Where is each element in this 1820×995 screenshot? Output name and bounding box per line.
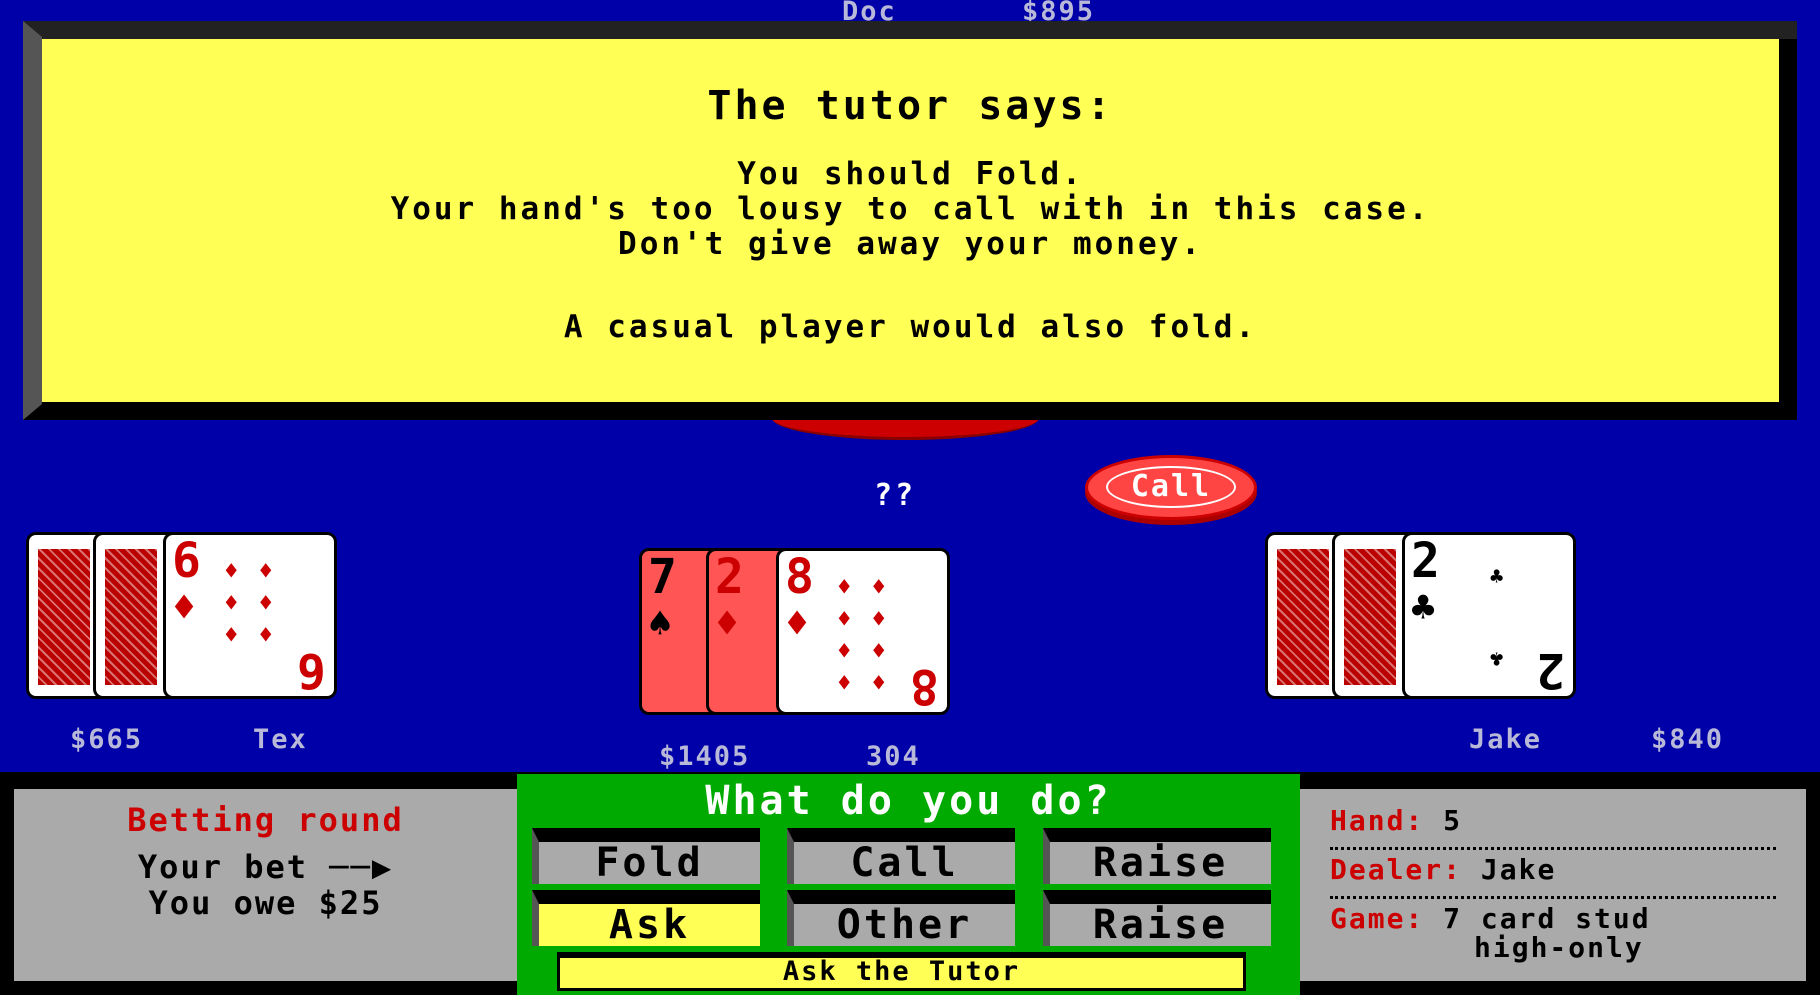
diamond-icon: ♦ (172, 585, 197, 631)
raise-button-2[interactable]: Raise (1043, 890, 1271, 946)
jake-name: Jake (1469, 724, 1543, 755)
tex-hand: 6 ♦ ♦♦♦♦♦♦ 6 (26, 532, 338, 699)
game-label: Game: (1330, 902, 1425, 935)
other-button[interactable]: Other (787, 890, 1015, 946)
dialog-bevel (23, 21, 1797, 39)
card-rank: 2 (715, 549, 744, 605)
tutor-content: The tutor says: You should Fold. Your ha… (42, 39, 1779, 402)
card-rank: 8 (910, 658, 939, 714)
call-chip: Call (1085, 455, 1257, 520)
your-money: $1405 (659, 741, 751, 772)
hint-bar: Ask the Tutor (557, 952, 1246, 991)
club-pip: ♣ (1490, 565, 1504, 590)
ask-button[interactable]: Ask (532, 890, 760, 946)
you-owe: You owe $25 (148, 884, 383, 922)
tutor-line: Don't give away your money. (618, 226, 1203, 262)
fold-button[interactable]: Fold (532, 828, 760, 884)
diamond-icon: ♦ (715, 601, 740, 647)
card-rank: 2 (1536, 642, 1565, 698)
diamond-icon: ♦ (785, 601, 810, 647)
tex-name: Tex (253, 724, 308, 755)
call-chip-label: Call (1106, 466, 1236, 508)
game-value-2: high-only (1474, 931, 1644, 964)
action-menu: What do you do? Fold Call Raise Ask Othe… (517, 774, 1300, 995)
card-8-diamonds[interactable]: 8 ♦ ♦♦♦♦♦♦♦♦ 8 (776, 548, 950, 715)
game-info: Hand: 5 Dealer: Jake Game: 7 card stud h… (1300, 789, 1806, 981)
club-pip: ♣ (1490, 645, 1504, 670)
action-prompt: What do you do? (705, 778, 1112, 824)
card-rank: 7 (648, 549, 677, 605)
tutor-line: Your hand's too lousy to call with in th… (390, 191, 1431, 227)
tex-money: $665 (70, 724, 144, 755)
tutor-dialog[interactable]: The tutor says: You should Fold. Your ha… (23, 21, 1797, 420)
card-rank: 6 (172, 533, 201, 589)
card-2-clubs: 2 ♣ ♣ ♣ 2 (1402, 532, 1576, 699)
hand-value: 5 (1443, 804, 1463, 837)
card-rank: 8 (785, 549, 814, 605)
card-rank: 2 (1411, 533, 1440, 589)
jake-hand: 2 ♣ ♣ ♣ 2 (1265, 532, 1577, 699)
round-label: Betting round (127, 801, 404, 839)
pot-chips (772, 418, 1039, 440)
raise-button[interactable]: Raise (1043, 828, 1271, 884)
tutor-footer: A casual player would also fold. (563, 309, 1258, 345)
your-label: 304 (866, 741, 921, 772)
your-bet-label: Your bet (137, 848, 309, 886)
your-hand[interactable]: 7 ♠ 2 ♦ 8 ♦ ♦♦♦♦♦♦♦♦ 8 (639, 548, 951, 715)
hand-label: Hand: (1330, 804, 1425, 837)
tutor-title: The tutor says: (707, 83, 1114, 129)
call-button[interactable]: Call (787, 828, 1015, 884)
control-panel: Betting round Your bet ──▶ You owe $25 W… (0, 772, 1820, 995)
arrow-right-icon: ──▶ (329, 848, 394, 886)
club-icon: ♣ (1411, 585, 1436, 631)
card-rank: 6 (297, 642, 326, 698)
tutor-line: You should Fold. (737, 156, 1084, 192)
dealer-value: Jake (1480, 853, 1557, 886)
spade-icon: ♠ (648, 601, 673, 647)
dealer-label: Dealer: (1330, 853, 1463, 886)
dialog-bevel (23, 21, 42, 420)
betting-status: Betting round Your bet ──▶ You owe $25 (14, 789, 517, 981)
jake-money: $840 (1651, 724, 1725, 755)
card-6-diamonds: 6 ♦ ♦♦♦♦♦♦ 6 (163, 532, 337, 699)
pending-action: ?? (874, 478, 917, 513)
